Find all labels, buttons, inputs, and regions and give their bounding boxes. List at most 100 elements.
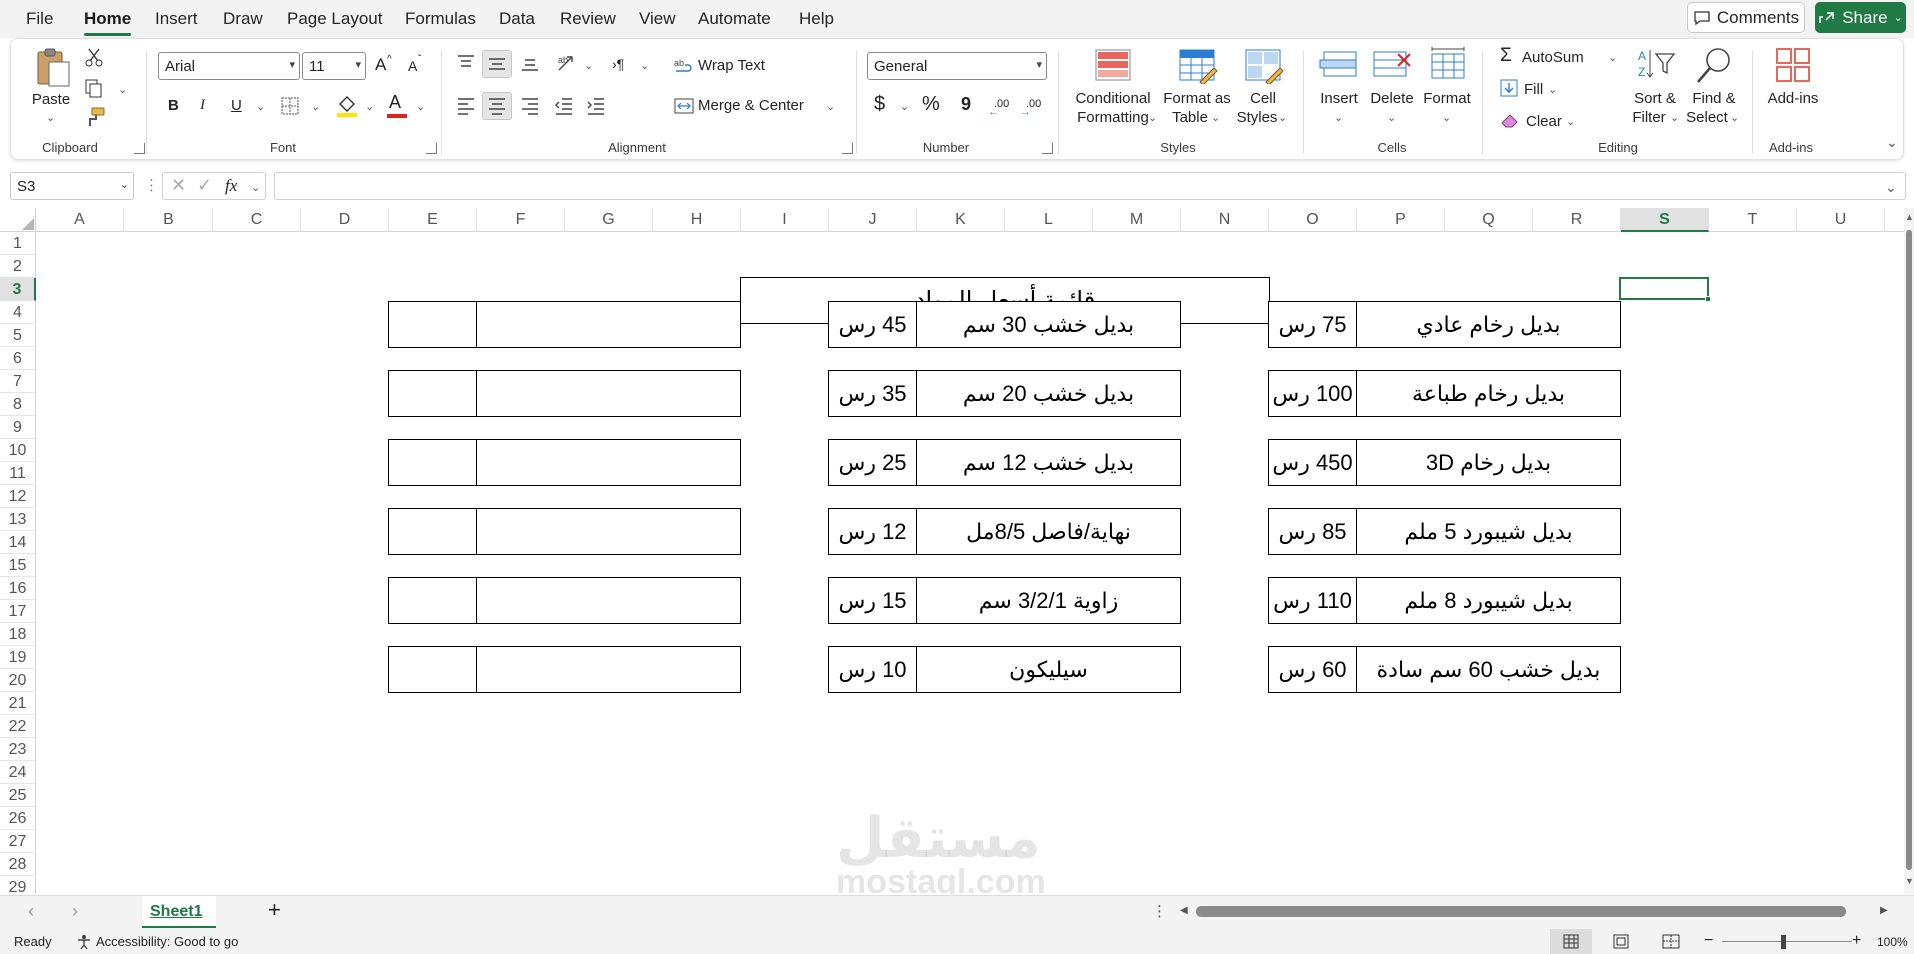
orientation-chevron-icon[interactable]: ⌄ — [584, 60, 593, 72]
page-layout-view-icon[interactable] — [1613, 934, 1629, 949]
right-table-item-cell[interactable]: بديل رخام عادي — [1356, 301, 1621, 348]
row-header-9[interactable]: 9 — [0, 416, 36, 439]
format-cells-label[interactable]: Format — [1423, 89, 1471, 108]
chevron-down-icon[interactable]: ⌄ — [1211, 112, 1220, 124]
right-table-item-cell[interactable]: بديل شيبورد 8 ملم — [1356, 577, 1621, 624]
left-table-price-cell[interactable] — [388, 508, 477, 555]
column-header-f[interactable]: F — [477, 208, 565, 232]
row-header-3[interactable]: 3 — [0, 278, 36, 301]
left-table-item-cell[interactable] — [476, 439, 741, 486]
sheet-tab-sheet1[interactable]: Sheet1 — [142, 896, 216, 928]
alignment-launcher-icon[interactable] — [842, 143, 853, 154]
vertical-scroll-thumb[interactable] — [1906, 230, 1912, 870]
format-as-table-label[interactable]: Format as — [1163, 89, 1231, 108]
formula-input[interactable]: ⌄ — [274, 172, 1906, 200]
right-table-item-cell[interactable]: بديل خشب 60 سم سادة — [1356, 646, 1621, 693]
column-header-m[interactable]: M — [1093, 208, 1181, 232]
insert-function-icon[interactable]: fx — [225, 176, 237, 195]
fill-color-icon[interactable] — [336, 94, 358, 118]
align-top-icon[interactable] — [456, 54, 476, 72]
chevron-down-icon[interactable]: ⌄ — [1387, 112, 1396, 124]
format-painter-icon[interactable] — [84, 107, 106, 127]
middle-table-item-cell[interactable]: سيليكون — [916, 646, 1181, 693]
left-table-price-cell[interactable] — [388, 577, 477, 624]
paste-chevron-icon[interactable]: ⌄ — [46, 112, 55, 124]
middle-table-item-cell[interactable]: زاوية 3/2/1 سم — [916, 577, 1181, 624]
font-launcher-icon[interactable] — [426, 143, 437, 154]
number-launcher-icon[interactable] — [1042, 143, 1053, 154]
underline-chevron-icon[interactable]: ⌄ — [256, 101, 265, 113]
column-header-j[interactable]: J — [829, 208, 917, 232]
number-format-select[interactable]: General ▾ — [867, 52, 1047, 80]
rtl-direction-icon[interactable]: ›¶ — [612, 55, 624, 74]
row-header-22[interactable]: 22 — [0, 715, 36, 738]
row-header-21[interactable]: 21 — [0, 692, 36, 715]
cancel-entry-icon[interactable]: ✕ — [171, 176, 186, 195]
orientation-icon[interactable]: ab — [556, 52, 578, 74]
cell-grid[interactable]: قائمة أسعار المواد 45 رسبديل خشب 30 سم35… — [36, 232, 1904, 894]
align-center-button[interactable] — [482, 92, 512, 120]
select-all-corner[interactable] — [0, 208, 36, 232]
row-header-5[interactable]: 5 — [0, 324, 36, 347]
row-header-23[interactable]: 23 — [0, 738, 36, 761]
column-header-k[interactable]: K — [917, 208, 1005, 232]
column-header-e[interactable]: E — [389, 208, 477, 232]
right-table-item-cell[interactable]: بديل شيبورد 5 ملم — [1356, 508, 1621, 555]
autosum-button[interactable]: Σ AutoSum ⌄ — [1500, 46, 1622, 68]
row-header-15[interactable]: 15 — [0, 554, 36, 577]
right-table-price-cell[interactable]: 100 رس — [1268, 370, 1357, 417]
zoom-in-icon[interactable]: + — [1852, 931, 1861, 950]
cell-styles-label[interactable]: Cell — [1250, 89, 1276, 108]
column-header-g[interactable]: G — [565, 208, 653, 232]
horizontal-scroll-thumb[interactable] — [1196, 906, 1846, 917]
chevron-down-icon[interactable]: ⌄ — [1148, 112, 1157, 124]
scroll-right-icon[interactable]: ▶ — [1880, 905, 1888, 916]
tab-file[interactable]: File — [26, 9, 53, 29]
zoom-out-icon[interactable]: − — [1704, 931, 1713, 950]
shrink-font-icon[interactable]: A — [408, 57, 417, 76]
left-table-item-cell[interactable] — [476, 577, 741, 624]
find-select-icon[interactable] — [1694, 46, 1734, 86]
row-header-4[interactable]: 4 — [0, 301, 36, 324]
column-header-c[interactable]: C — [213, 208, 301, 232]
delete-cells-label[interactable]: Delete — [1370, 89, 1413, 108]
right-table-price-cell[interactable]: 110 رس — [1268, 577, 1357, 624]
left-table-item-cell[interactable] — [476, 301, 741, 348]
paste-label[interactable]: Paste — [32, 90, 70, 109]
wrap-text-button[interactable]: ab Wrap Text — [674, 56, 794, 78]
font-color-chevron-icon[interactable]: ⌄ — [416, 101, 425, 113]
name-box[interactable]: S3 ⌄ — [10, 172, 134, 200]
middle-table-item-cell[interactable]: بديل خشب 20 سم — [916, 370, 1181, 417]
left-table-price-cell[interactable] — [388, 301, 477, 348]
right-table-item-cell[interactable]: بديل رخام 3D — [1356, 439, 1621, 486]
font-size-select[interactable]: 11 ▾ — [302, 52, 366, 80]
decrease-decimal-button[interactable]: .00 → — [1020, 95, 1044, 118]
status-accessibility[interactable]: Accessibility: Good to go — [96, 932, 238, 951]
column-header-u[interactable]: U — [1797, 208, 1885, 232]
underline-button[interactable]: U — [231, 96, 242, 115]
middle-table-price-cell[interactable]: 45 رس — [828, 301, 917, 348]
row-header-24[interactable]: 24 — [0, 761, 36, 784]
chevron-down-icon[interactable]: ⌄ — [251, 182, 260, 194]
chevron-down-icon[interactable]: ⌄ — [1442, 112, 1451, 124]
collapse-ribbon-icon[interactable]: ⌄ — [1886, 135, 1898, 149]
align-bottom-icon[interactable] — [520, 56, 540, 74]
expand-formula-icon[interactable]: ⌄ — [1885, 180, 1897, 194]
right-table-item-cell[interactable]: بديل رخام طباعة — [1356, 370, 1621, 417]
grow-font-icon[interactable]: A — [375, 55, 386, 74]
left-table-item-cell[interactable] — [476, 370, 741, 417]
cut-icon[interactable] — [84, 47, 104, 67]
tab-review[interactable]: Review — [560, 9, 616, 29]
conditional-formatting-icon[interactable] — [1094, 48, 1132, 82]
insert-cells-label[interactable]: Insert — [1320, 89, 1358, 108]
row-header-28[interactable]: 28 — [0, 853, 36, 876]
scroll-down-icon[interactable]: ▼ — [1905, 876, 1914, 886]
scroll-left-icon[interactable]: ◀ — [1180, 905, 1188, 916]
currency-button[interactable]: $ — [874, 94, 885, 114]
accessibility-icon[interactable] — [76, 934, 92, 950]
fill-color-chevron-icon[interactable]: ⌄ — [365, 101, 374, 113]
merge-center-button[interactable]: Merge & Center ⌄ — [674, 96, 844, 118]
column-header-n[interactable]: N — [1181, 208, 1269, 232]
percent-button[interactable]: % — [922, 94, 940, 114]
chevron-down-icon[interactable]: ⌄ — [1670, 112, 1679, 124]
